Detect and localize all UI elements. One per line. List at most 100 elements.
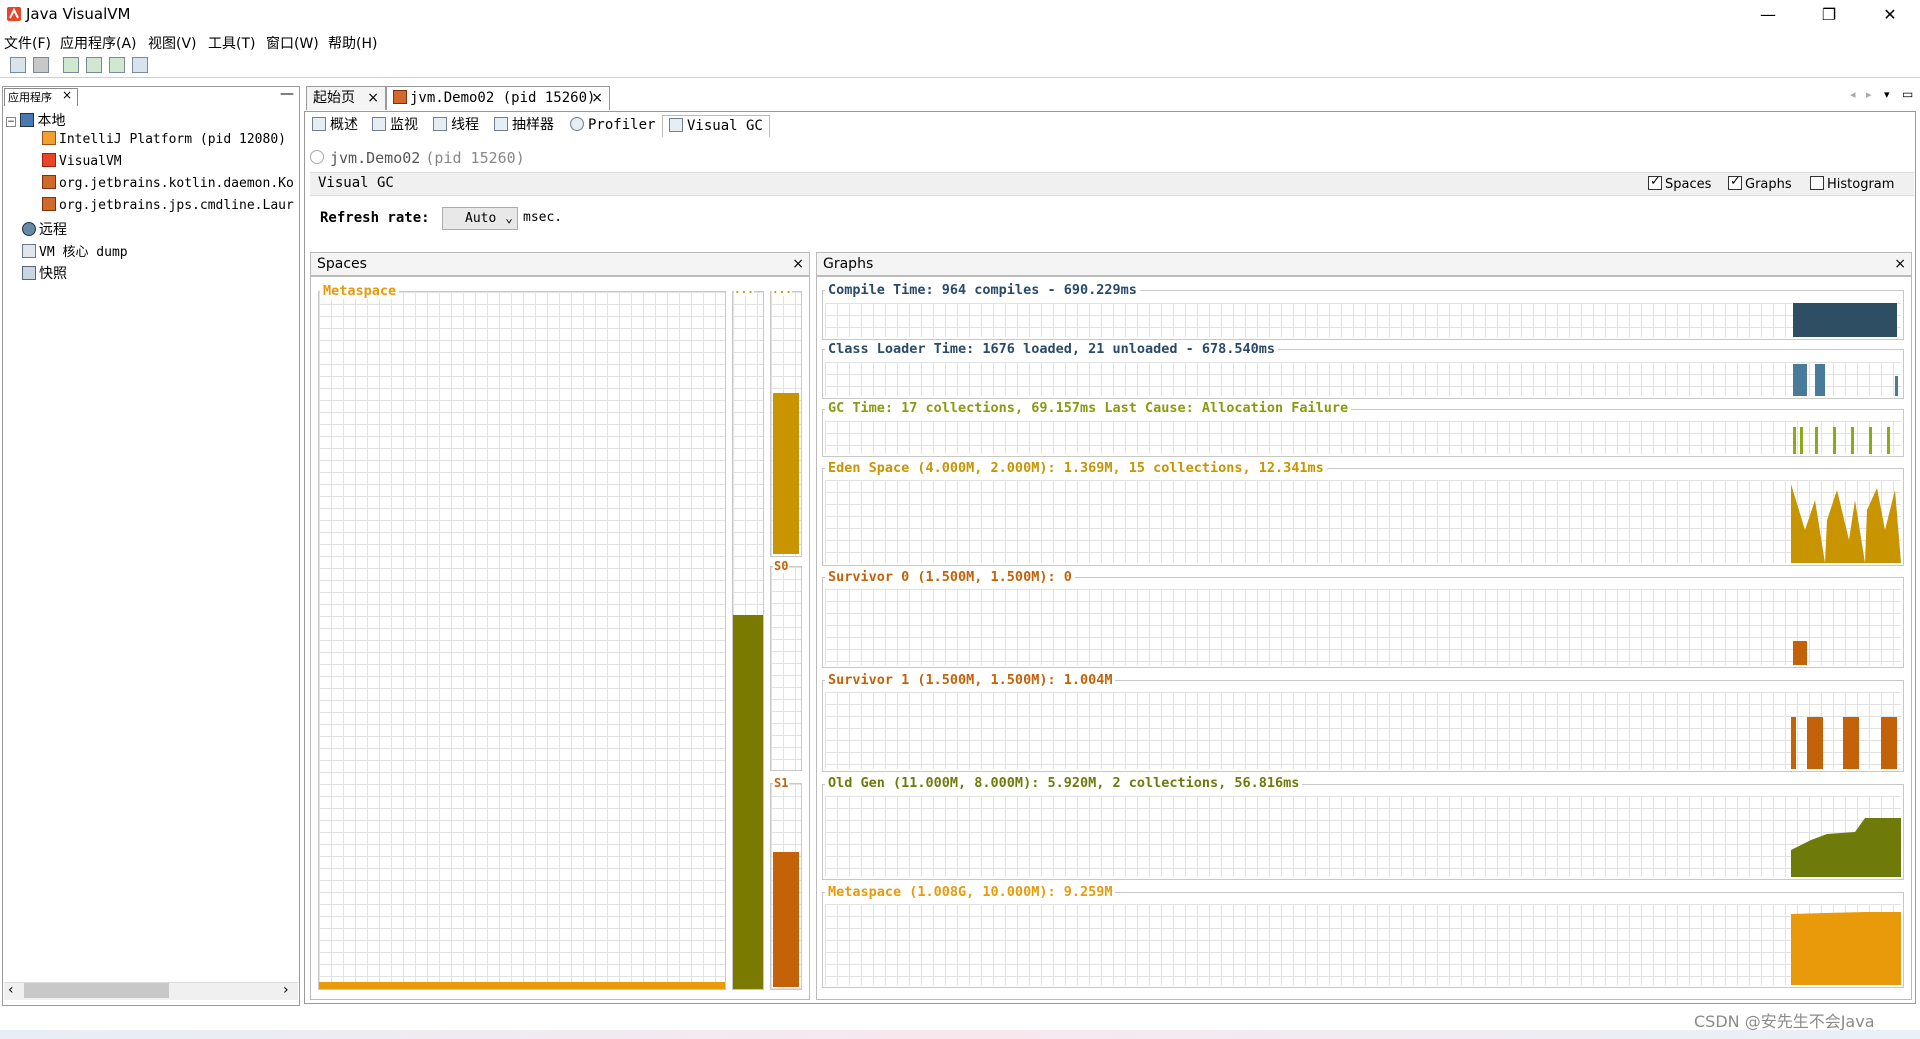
eden-label: Eden Space (4.000M, 2.000M): 1.369M, 15 … [825,460,1327,476]
tree-node-core-dump[interactable]: VM 核心 dump [22,241,128,260]
menu-view[interactable]: 视图(V) [148,33,197,53]
eden-plot [825,480,1901,563]
subtab-visual-gc[interactable]: Visual GC [662,115,770,137]
tabs-dropdown-icon[interactable]: ▾ [1884,88,1890,101]
menu-tools[interactable]: 工具(T) [208,33,255,53]
tabs-scroll-left-icon[interactable]: ◂ [1850,88,1856,101]
survivor-0-plot [825,589,1901,665]
graphs-checkbox[interactable]: Graphs [1728,174,1792,192]
tree-item-kotlin-daemon[interactable]: org.jetbrains.kotlin.daemon.Ko [42,175,300,191]
add-remote-host-icon[interactable] [86,57,102,73]
subtab-monitor-label: 监视 [390,117,418,133]
tree-item-visualvm[interactable]: VisualVM [42,153,122,169]
compile-time-plot [825,303,1901,337]
chevron-down-icon[interactable]: ⌄ [505,208,513,229]
metaspace-label: Metaspace (1.008G, 10.000M): 9.259M [825,884,1116,900]
survivor-1-label: Survivor 1 (1.500M, 1.500M): 1.004M [825,672,1116,688]
applications-tab-close-icon[interactable]: × [62,88,72,102]
metaspace-fill [319,982,725,989]
gc-time-spike [1887,427,1890,454]
tree-item-jps-launcher[interactable]: org.jetbrains.jps.cmdline.Laur [42,197,300,213]
subtab-threads-label: 线程 [451,117,479,133]
taskbar-strip [0,1030,1920,1039]
histogram-checkbox-box[interactable] [1810,176,1824,190]
maximize-button[interactable]: ❐ [1806,0,1852,30]
close-button[interactable]: ✕ [1867,0,1913,30]
gc-time-plot [825,421,1901,454]
histogram-checkbox[interactable]: Histogram [1810,176,1894,192]
tab-jvm-demo02-close-icon[interactable]: × [591,87,603,109]
class-loader-label: Class Loader Time: 1676 loaded, 21 unloa… [825,341,1279,357]
scroll-right-icon[interactable]: › [283,982,289,998]
menu-window[interactable]: 窗口(W) [266,33,319,53]
metaspace-area [1791,912,1901,985]
menu-file[interactable]: 文件(F) [4,33,51,53]
threads-icon [433,117,447,131]
maximize-window-icon[interactable]: ▭ [1902,87,1913,101]
class-loader-plot [825,362,1901,396]
metaspace-plot [825,904,1901,985]
eden-fill [773,393,799,554]
gc-time-label: GC Time: 17 collections, 69.157ms Last C… [825,400,1352,416]
survivor-1-bar [1843,717,1859,769]
applications-panel-minimize-icon[interactable]: — [280,86,294,102]
refresh-rate-select[interactable]: Auto ⌄ [442,207,518,230]
spaces-checkbox[interactable]: Spaces [1648,174,1711,192]
sampler-icon [494,117,508,131]
core-dump-icon [22,244,36,258]
tree-label-jps-launcher: org.jetbrains.jps.cmdline.Laur [59,198,294,213]
subtab-sampler[interactable]: 抽样器 [494,115,554,137]
graphs-checkbox-box[interactable] [1728,174,1742,190]
old-gen-fill [733,615,763,989]
spaces-panel-close-icon[interactable]: × [792,253,804,275]
add-snapshot-icon[interactable] [132,57,148,73]
tab-start-page[interactable]: 起始页 × [306,86,386,110]
survivor-0-space [770,566,802,771]
minimize-button[interactable]: — [1745,0,1791,30]
tree-label-remote: 远程 [39,222,67,238]
scroll-left-icon[interactable]: ‹ [8,982,14,998]
add-core-dump-icon[interactable] [109,57,125,73]
subtab-threads[interactable]: 线程 [433,115,479,137]
open-file-icon[interactable] [10,57,26,73]
metaspace-series [1791,912,1901,985]
add-jmx-connection-icon[interactable] [63,57,79,73]
menu-help[interactable]: 帮助(H) [328,33,377,53]
subtab-overview-label: 概述 [330,117,358,133]
tree-node-remote[interactable]: 远程 [22,219,67,239]
survivor-1-plot [825,692,1901,769]
old-gen-plot [825,796,1901,877]
survivor-1-bar [1807,717,1823,769]
histogram-checkbox-label: Histogram [1827,177,1895,192]
tree-node-local[interactable]: − 本地 [6,110,206,130]
subtab-overview[interactable]: 概述 [312,115,358,137]
graphs-panel-title: Graphs [823,256,874,272]
menu-applications[interactable]: 应用程序(A) [60,33,137,53]
tab-start-page-close-icon[interactable]: × [367,87,379,109]
tab-jvm-demo02[interactable]: jvm.Demo02 (pid 15260) × [386,86,610,110]
graphs-panel-close-icon[interactable]: × [1894,253,1906,275]
visual-gc-icon [669,118,683,132]
tree-label-kotlin-daemon: org.jetbrains.kotlin.daemon.Ko [59,176,294,191]
gc-time-spike [1869,427,1872,454]
save-icon[interactable] [33,57,49,73]
collapse-icon[interactable]: − [6,117,16,127]
computer-icon [20,113,35,127]
tabs-scroll-right-icon[interactable]: ▸ [1866,88,1872,101]
visual-gc-header-label: Visual GC [318,175,394,191]
profiler-icon [570,117,584,131]
tree-item-intellij[interactable]: IntelliJ Platform (pid 12080) [42,131,286,147]
title-bar: Java VisualVM — ❐ ✕ [0,0,1920,30]
old-gen-space-label: ... [734,283,754,296]
scrollbar-thumb[interactable] [24,983,169,998]
vm-pid: (pid 15260) [425,149,525,167]
compile-time-bar [1793,303,1897,337]
subtab-monitor[interactable]: 监视 [372,115,418,137]
vm-name: jvm.Demo02 [330,149,421,167]
spaces-checkbox-box[interactable] [1648,174,1662,190]
network-icon [22,222,36,236]
subtab-profiler[interactable]: Profiler [570,115,655,137]
tree-node-snapshots[interactable]: 快照 [22,263,67,283]
class-loader-series [1793,364,1898,396]
metaspace-space-label: Metaspace [320,283,400,299]
